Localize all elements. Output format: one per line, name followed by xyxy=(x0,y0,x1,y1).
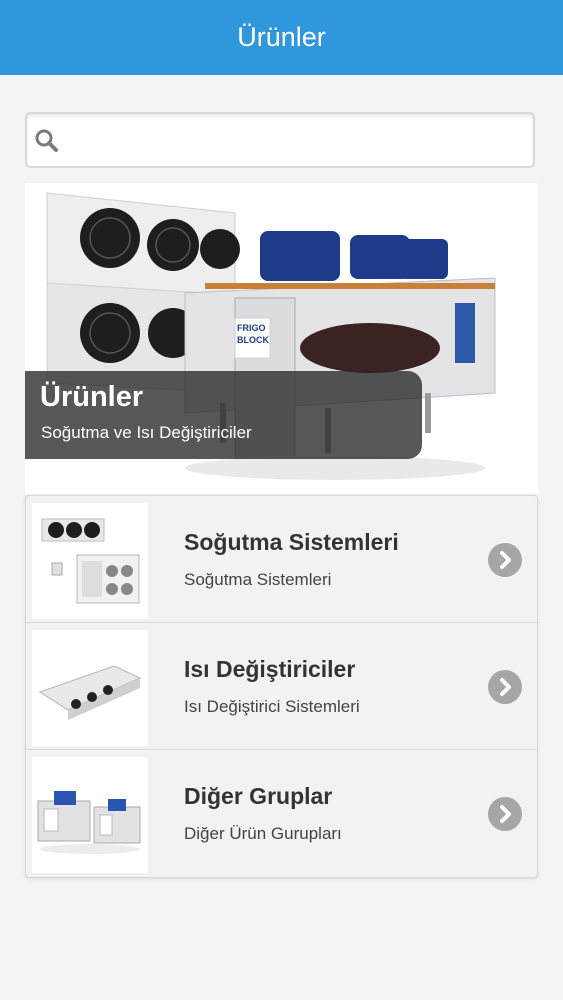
category-thumbnail xyxy=(32,503,148,619)
chevron-right-icon[interactable] xyxy=(488,670,522,704)
app-header: Ürünler xyxy=(0,0,563,75)
search-bar[interactable] xyxy=(25,112,535,168)
category-item-isi-degistiriciler[interactable]: Isı Değiştiriciler Isı Değiştirici Siste… xyxy=(26,623,537,750)
svg-text:BLOCK: BLOCK xyxy=(237,335,269,345)
search-input[interactable] xyxy=(71,120,525,162)
category-item-diger-gruplar[interactable]: Diğer Gruplar Diğer Ürün Gurupları xyxy=(26,750,537,877)
hero-caption: Ürünler Soğutma ve Isı Değiştiriciler xyxy=(25,371,422,459)
page-title: Ürünler xyxy=(237,22,326,52)
hero-title: Ürünler xyxy=(40,381,144,413)
svg-text:FRIGO: FRIGO xyxy=(237,323,266,333)
category-thumbnail xyxy=(32,757,148,873)
hero-subtitle: Soğutma ve Isı Değiştiriciler xyxy=(41,423,252,442)
category-item-sogutma[interactable]: Soğutma Sistemleri Soğutma Sistemleri xyxy=(26,496,537,623)
chevron-right-icon[interactable] xyxy=(488,543,522,577)
category-title: Isı Değiştiriciler xyxy=(184,656,356,682)
chevron-right-icon[interactable] xyxy=(488,797,522,831)
category-description: Diğer Ürün Gurupları xyxy=(184,824,342,843)
category-description: Soğutma Sistemleri xyxy=(184,570,332,589)
category-description: Isı Değiştirici Sistemleri xyxy=(184,697,360,716)
category-thumbnail xyxy=(32,630,148,746)
category-title: Diğer Gruplar xyxy=(184,783,333,809)
hero-banner[interactable]: FRIGO BLOCK Ürünler Soğutma ve Isı Değiş… xyxy=(25,183,538,494)
category-title: Soğutma Sistemleri xyxy=(184,529,399,555)
search-icon xyxy=(35,129,58,152)
category-list: Soğutma Sistemleri Soğutma Sistemleri Is… xyxy=(25,495,538,878)
